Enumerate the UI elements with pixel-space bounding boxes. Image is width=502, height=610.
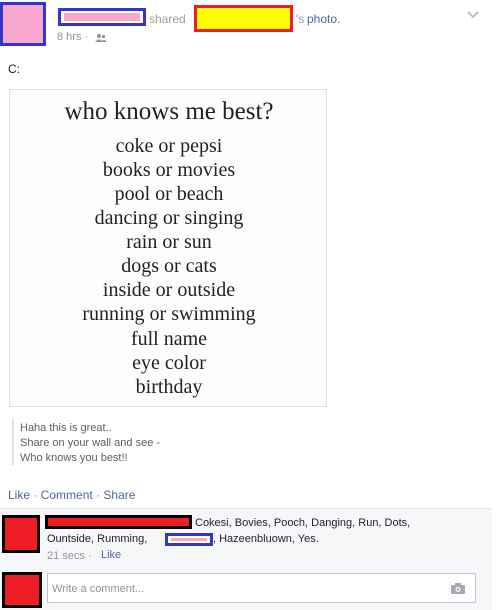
comment-text-line2b: , Hazeenbluown, Yes. [213, 533, 319, 545]
photo-line: pool or beach [114, 183, 224, 205]
photo-line: running or swimming [82, 303, 256, 325]
photo-line: books or movies [102, 159, 236, 181]
chevron-down-icon[interactable] [467, 11, 479, 19]
post-timestamp[interactable]: 8 hrs · [57, 31, 88, 43]
photo-line: inside or outside [102, 279, 236, 301]
comment-text-line1: Cokesi, Bovies, Pooch, Danging, Run, Dot… [195, 517, 411, 529]
commenter-avatar[interactable] [2, 515, 40, 553]
comment-input-placeholder: Write a comment... [52, 583, 145, 595]
separator: · [33, 488, 38, 502]
comment-like-link[interactable]: Like [101, 549, 121, 561]
like-link[interactable]: Like [8, 488, 30, 502]
post-author-avatar[interactable] [0, 2, 46, 46]
shared-label: shared [149, 12, 186, 26]
comment-input[interactable]: Write a comment... [47, 573, 476, 603]
separator: · [96, 488, 101, 502]
comment-text-line2a: Ountside, Rumming, [47, 533, 148, 545]
original-poster-redaction[interactable] [194, 5, 293, 32]
quote-line: Share on your wall and see - [20, 437, 161, 449]
photo-line: dancing or singing [94, 207, 244, 229]
post-actions: Like · Comment · Share [8, 488, 135, 502]
quote-line: Haha this is great.. [20, 422, 112, 434]
photo-line: coke or pepsi [115, 135, 223, 157]
photo-line: rain or sun [126, 231, 212, 253]
photo-line: full name [130, 328, 208, 350]
photo-title: who knows me best? [64, 98, 274, 125]
comment-redaction [165, 533, 213, 546]
quote-bar [12, 419, 14, 465]
camera-icon[interactable] [451, 583, 465, 594]
composer-avatar [2, 572, 42, 608]
comment-timestamp: 21 secs · [47, 550, 92, 562]
post-caption: C: [8, 62, 20, 76]
quote-line: Who knows you best!! [20, 452, 128, 464]
comment-link[interactable]: Comment [41, 488, 93, 502]
share-link[interactable]: Share [103, 488, 135, 502]
photo-line: eye color [132, 352, 206, 374]
friends-audience-icon[interactable] [95, 33, 107, 43]
possessive-suffix: 's [296, 12, 305, 26]
photo-link[interactable]: photo. [307, 12, 340, 26]
commenter-name-redaction[interactable] [45, 515, 192, 529]
author-name-redaction[interactable] [58, 8, 146, 26]
photo-line: birthday [135, 376, 203, 398]
photo-line: dogs or cats [121, 255, 217, 277]
shared-photo[interactable]: who knows me best? coke or pepsi books o… [9, 89, 327, 407]
